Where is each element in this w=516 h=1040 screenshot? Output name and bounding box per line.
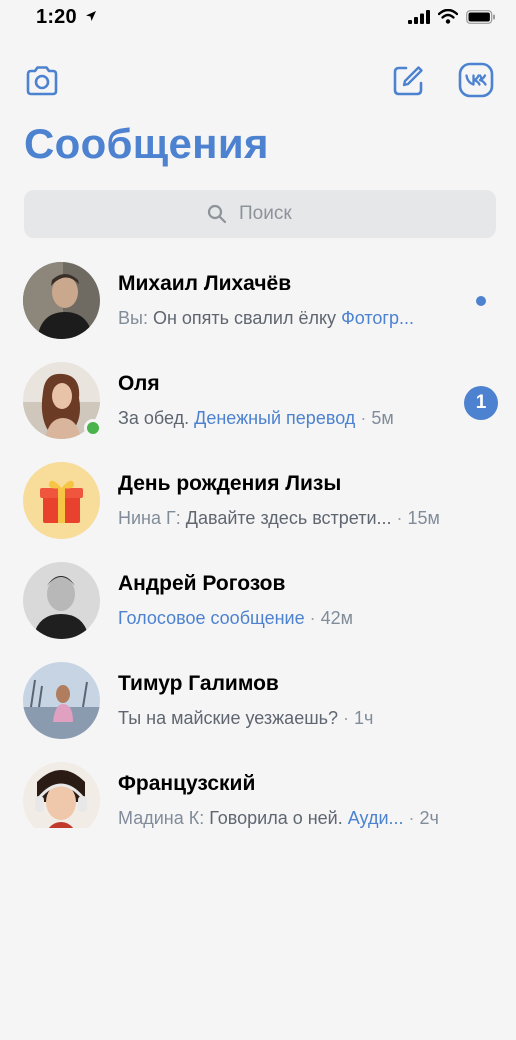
camera-button[interactable] bbox=[24, 63, 60, 99]
message-time: 42м bbox=[320, 608, 354, 628]
online-indicator bbox=[84, 419, 102, 437]
page-title: Сообщения bbox=[24, 120, 269, 167]
search-input[interactable] bbox=[237, 202, 313, 226]
avatar bbox=[23, 462, 100, 539]
message-text: Он опять свалил ёлку bbox=[152, 308, 342, 328]
vk-logo-button[interactable] bbox=[458, 62, 494, 98]
message-text: За обед. bbox=[118, 408, 195, 428]
compose-button[interactable] bbox=[390, 63, 426, 99]
time-separator: · bbox=[403, 808, 420, 828]
chat-name: День рождения Лизы bbox=[118, 472, 342, 495]
chat-item[interactable]: Андрей Рогозов Голосовое сообщение · 42м bbox=[0, 556, 516, 656]
chat-name: Андрей Рогозов bbox=[118, 572, 286, 595]
avatar bbox=[23, 762, 100, 828]
message-prefix: Вы: bbox=[118, 308, 153, 328]
search-icon bbox=[207, 204, 227, 224]
search-bar[interactable] bbox=[24, 190, 496, 238]
time-separator: · bbox=[391, 508, 408, 528]
battery-icon bbox=[466, 9, 495, 24]
location-arrow-icon bbox=[86, 11, 96, 21]
chat-item[interactable]: Михаил Лихачёв Вы: Он опять свалил ёлку … bbox=[0, 256, 516, 356]
chat-item[interactable]: Французский Мадина К: Говорила о ней. Ау… bbox=[0, 756, 516, 828]
message-text: Давайте здесь встрети... bbox=[185, 508, 392, 528]
chat-preview: Мадина К: Говорила о ней. Ауди... · 2ч bbox=[118, 808, 439, 828]
attachment-label: Голосовое сообщение bbox=[118, 608, 305, 628]
message-time: 1ч bbox=[354, 708, 374, 728]
camera-icon bbox=[26, 66, 58, 96]
message-prefix: Мадина К: bbox=[118, 808, 210, 828]
compose-icon bbox=[393, 66, 423, 96]
message-text: Говорила о ней. bbox=[209, 808, 348, 828]
message-time: 5м bbox=[371, 408, 394, 428]
unread-dot bbox=[476, 296, 486, 306]
time-separator: · bbox=[355, 408, 372, 428]
chat-item[interactable]: Оля За обед. Денежный перевод · 5м bbox=[0, 356, 516, 456]
chat-name: Тимур Галимов bbox=[118, 672, 279, 695]
chat-item[interactable]: Тимур Галимов Ты на майские уезжаешь? · … bbox=[0, 656, 516, 756]
chat-preview: Нина Г: Давайте здесь встрети... · 15м bbox=[118, 508, 440, 529]
chat-name: Французский bbox=[118, 772, 256, 795]
chat-item[interactable]: День рождения Лизы Нина Г: Давайте здесь… bbox=[0, 456, 516, 556]
time-separator: · bbox=[304, 608, 321, 628]
chat-preview: Ты на майские уезжаешь? · 1ч bbox=[118, 708, 373, 729]
chat-name: Михаил Лихачёв bbox=[118, 272, 292, 295]
message-text: Ты на майские уезжаешь? bbox=[118, 708, 339, 728]
signal-icon bbox=[408, 9, 430, 24]
message-time: 2ч bbox=[419, 808, 439, 828]
unread-count-badge: 1 bbox=[464, 386, 498, 420]
status-bar: 1:20 bbox=[0, 0, 516, 40]
avatar bbox=[23, 662, 100, 739]
chat-preview: Вы: Он опять свалил ёлку Фотогр... bbox=[118, 308, 414, 329]
attachment-label: Ауди... bbox=[347, 808, 404, 828]
chat-name: Оля bbox=[118, 372, 160, 395]
attachment-label: Фотогр... bbox=[341, 308, 414, 328]
chat-list: Михаил Лихачёв Вы: Он опять свалил ёлку … bbox=[0, 256, 516, 828]
vk-logo-icon bbox=[458, 62, 494, 98]
attachment-label: Денежный перевод bbox=[194, 408, 356, 428]
chat-preview: За обед. Денежный перевод · 5м bbox=[118, 408, 394, 429]
message-prefix: Нина Г: bbox=[118, 508, 186, 528]
avatar bbox=[23, 262, 100, 339]
wifi-icon bbox=[438, 9, 458, 24]
chat-preview: Голосовое сообщение · 42м bbox=[118, 608, 353, 629]
time-separator: · bbox=[338, 708, 355, 728]
avatar bbox=[23, 562, 100, 639]
status-time: 1:20 bbox=[36, 6, 77, 28]
message-time: 15м bbox=[407, 508, 440, 528]
